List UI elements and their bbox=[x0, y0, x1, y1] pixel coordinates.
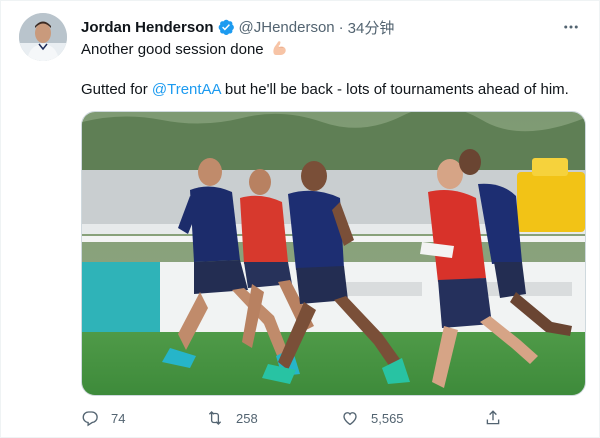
more-options-icon[interactable] bbox=[559, 15, 583, 39]
avatar-image bbox=[19, 13, 67, 61]
retweet-button[interactable]: 258 bbox=[206, 405, 258, 431]
reply-icon bbox=[82, 411, 98, 427]
tweet-text: Another good session done Gutted for @Tr… bbox=[81, 39, 581, 100]
avatar[interactable] bbox=[19, 13, 67, 61]
tweet-line-1-text: Another good session done bbox=[81, 41, 264, 58]
verified-badge-icon bbox=[217, 18, 235, 36]
flexed-biceps-emoji-icon bbox=[270, 39, 288, 57]
share-icon bbox=[486, 410, 500, 425]
tweet-line-2-prefix: Gutted for bbox=[81, 81, 152, 98]
author-name[interactable]: Jordan Henderson bbox=[81, 19, 214, 36]
tweet-header: Jordan Henderson @JHenderson · 34分钟 bbox=[81, 17, 394, 37]
tweet-actions: 74 258 5,565 bbox=[81, 405, 581, 431]
reply-button[interactable]: 74 bbox=[81, 405, 125, 431]
timestamp[interactable]: 34分钟 bbox=[348, 17, 395, 38]
mention-link[interactable]: @TrentAA bbox=[152, 81, 221, 98]
tweet-line-2: Gutted for @TrentAA but he'll be back - … bbox=[81, 80, 581, 100]
like-count: 5,565 bbox=[371, 410, 404, 426]
tweet-photo[interactable] bbox=[81, 111, 586, 396]
tweet-line-2-suffix: but he'll be back - lots of tournaments … bbox=[220, 81, 569, 98]
retweet-icon bbox=[208, 411, 222, 425]
training-photo-image bbox=[82, 112, 585, 395]
separator-dot: · bbox=[338, 18, 344, 36]
tweet-line-1: Another good session done bbox=[81, 39, 581, 60]
reply-count: 74 bbox=[111, 410, 126, 426]
heart-icon bbox=[343, 412, 357, 426]
like-button[interactable]: 5,565 bbox=[341, 405, 404, 431]
author-handle[interactable]: @JHenderson bbox=[239, 19, 335, 36]
retweet-count: 258 bbox=[236, 410, 258, 426]
tweet-card[interactable]: Jordan Henderson @JHenderson · 34分钟 Anot… bbox=[0, 0, 600, 438]
share-button[interactable] bbox=[484, 405, 514, 431]
